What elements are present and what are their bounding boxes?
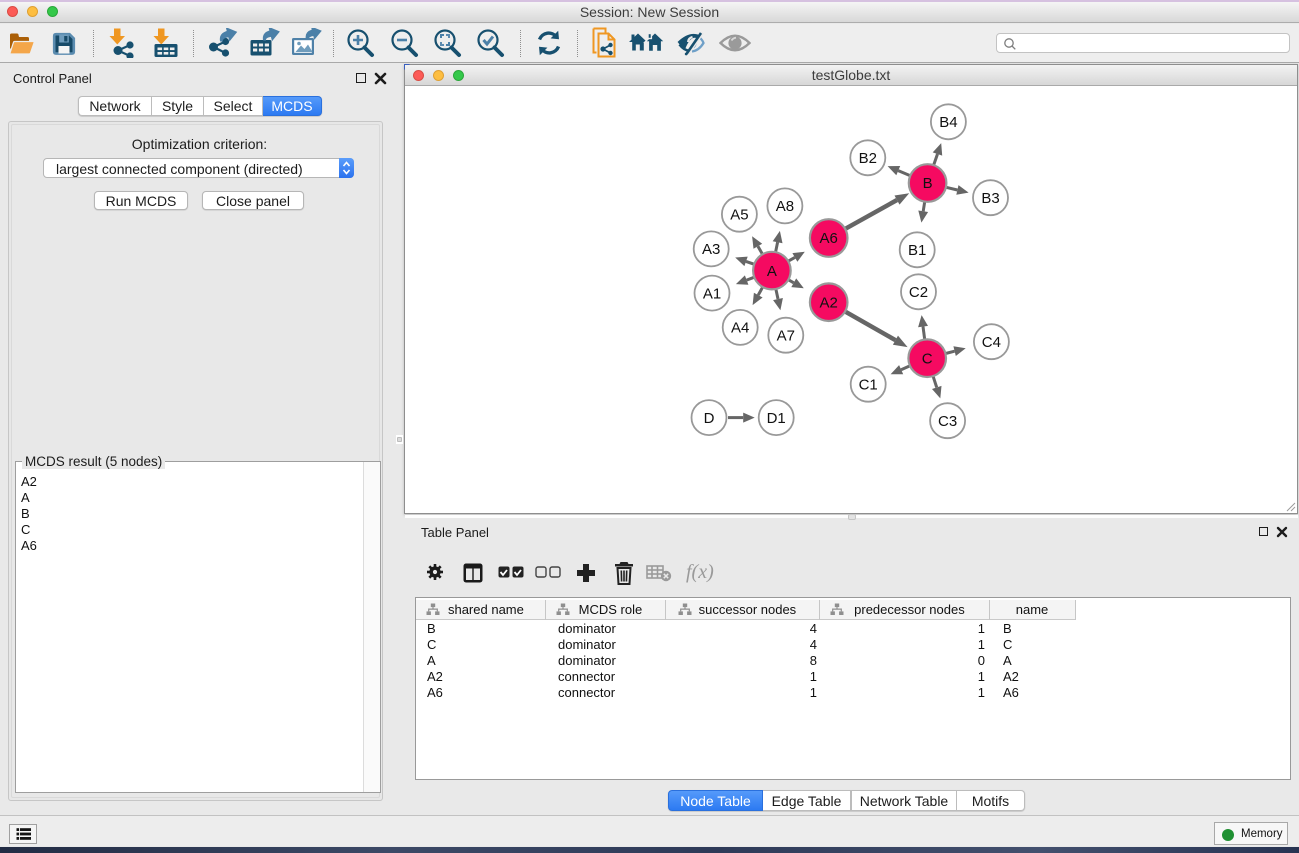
svg-text:C1: C1 <box>859 376 878 393</box>
svg-text:B1: B1 <box>908 242 926 259</box>
svg-text:B2: B2 <box>859 150 877 167</box>
svg-text:A2: A2 <box>820 294 838 311</box>
svg-text:B4: B4 <box>939 114 957 131</box>
svg-text:A6: A6 <box>820 230 838 247</box>
svg-text:B: B <box>923 175 933 192</box>
svg-text:A7: A7 <box>777 327 795 344</box>
svg-text:A: A <box>767 263 777 280</box>
svg-text:D1: D1 <box>767 410 786 427</box>
svg-text:A3: A3 <box>702 241 720 258</box>
svg-text:A1: A1 <box>703 285 721 302</box>
svg-text:C4: C4 <box>982 334 1001 351</box>
svg-text:A8: A8 <box>776 198 794 215</box>
svg-text:C: C <box>922 350 933 367</box>
svg-text:A4: A4 <box>731 320 749 337</box>
svg-text:B3: B3 <box>981 190 999 207</box>
svg-text:C3: C3 <box>938 413 957 430</box>
svg-text:D: D <box>704 410 715 427</box>
svg-text:A5: A5 <box>730 206 748 223</box>
svg-text:C2: C2 <box>909 284 928 301</box>
